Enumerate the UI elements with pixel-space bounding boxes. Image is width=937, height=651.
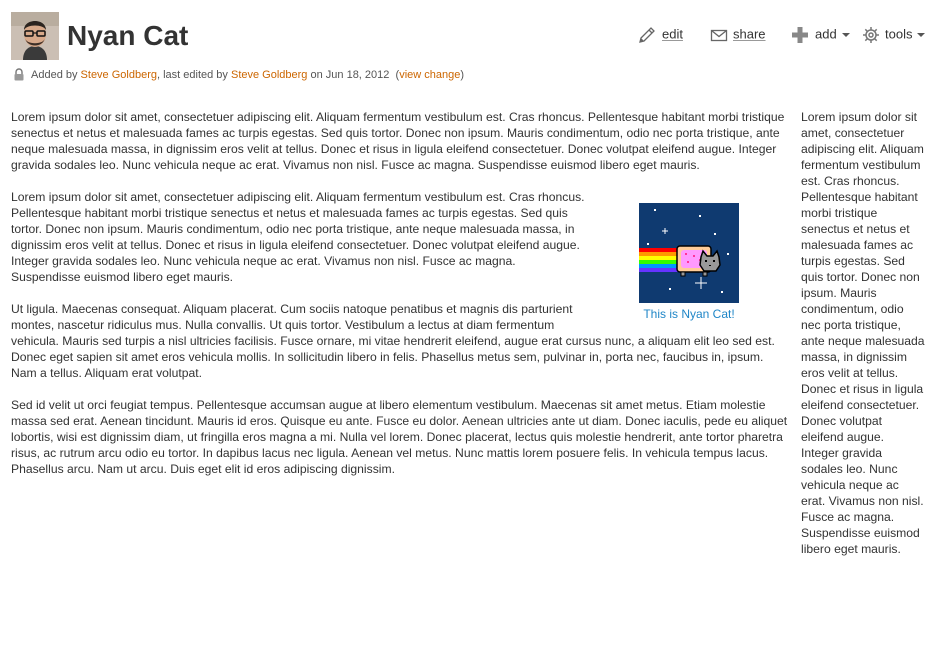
nyan-cat-image[interactable] — [639, 203, 739, 303]
gear-icon — [863, 26, 879, 43]
page-content: Lorem ipsum dolor sit amet, consectetuer… — [11, 109, 788, 493]
page-title: Nyan Cat — [67, 20, 189, 51]
content-paragraph: Sed id velit ut orci feugiat tempus. Pel… — [11, 398, 788, 476]
chevron-down-icon — [841, 32, 850, 37]
paren-open: ( — [389, 69, 400, 81]
avatar-image — [11, 12, 59, 60]
pencil-icon — [639, 26, 655, 43]
add-label: add — [815, 26, 837, 42]
edit-label: edit — [662, 26, 683, 42]
added-by-user-link[interactable]: Steve Goldberg — [81, 69, 157, 81]
tools-label: tools — [885, 26, 913, 42]
content-paragraph: Lorem ipsum dolor sit amet, consectetuer… — [11, 190, 585, 284]
edit-date: Jun 18, 2012 — [325, 69, 390, 81]
lock-icon — [14, 68, 24, 81]
page-byline: Added by Steve Goldberg, last edited by … — [13, 67, 464, 83]
added-by-prefix: Added by — [31, 69, 81, 81]
edited-by-prefix: , last edited by — [156, 69, 231, 81]
tools-menu-button[interactable]: tools — [862, 24, 926, 44]
content-paragraph: Lorem ipsum dolor sit amet, consectetuer… — [11, 110, 785, 172]
date-prefix: on — [307, 69, 326, 81]
envelope-icon — [710, 29, 728, 41]
view-change-link[interactable]: view change — [399, 69, 460, 81]
share-button[interactable]: share — [710, 24, 766, 44]
add-menu-button[interactable]: add — [790, 24, 850, 44]
share-label: share — [733, 26, 766, 42]
figure-caption: This is Nyan Cat! — [643, 307, 735, 321]
nyan-cat-figure: This is Nyan Cat! — [590, 203, 788, 322]
paren-close: ) — [460, 69, 465, 81]
page: Nyan Cat edit share add tools Added by S… — [0, 0, 937, 651]
plus-icon — [792, 26, 808, 43]
sidebar-text: Lorem ipsum dolor sit amet, consectetuer… — [801, 110, 925, 556]
edit-button[interactable]: edit — [637, 24, 683, 44]
edited-by-user-link[interactable]: Steve Goldberg — [231, 69, 307, 81]
user-avatar[interactable] — [11, 12, 59, 60]
chevron-down-icon — [917, 32, 926, 37]
